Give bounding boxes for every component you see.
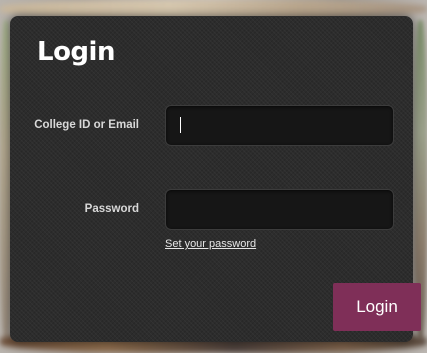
password-label: Password — [84, 203, 139, 215]
set-password-link[interactable]: Set your password — [165, 238, 256, 250]
text-caret — [180, 117, 181, 133]
college-id-label: College ID or Email — [34, 119, 139, 131]
college-id-input[interactable] — [165, 105, 394, 146]
password-input[interactable] — [165, 189, 394, 230]
login-title: Login — [37, 37, 115, 67]
login-button[interactable]: Login — [333, 283, 421, 331]
